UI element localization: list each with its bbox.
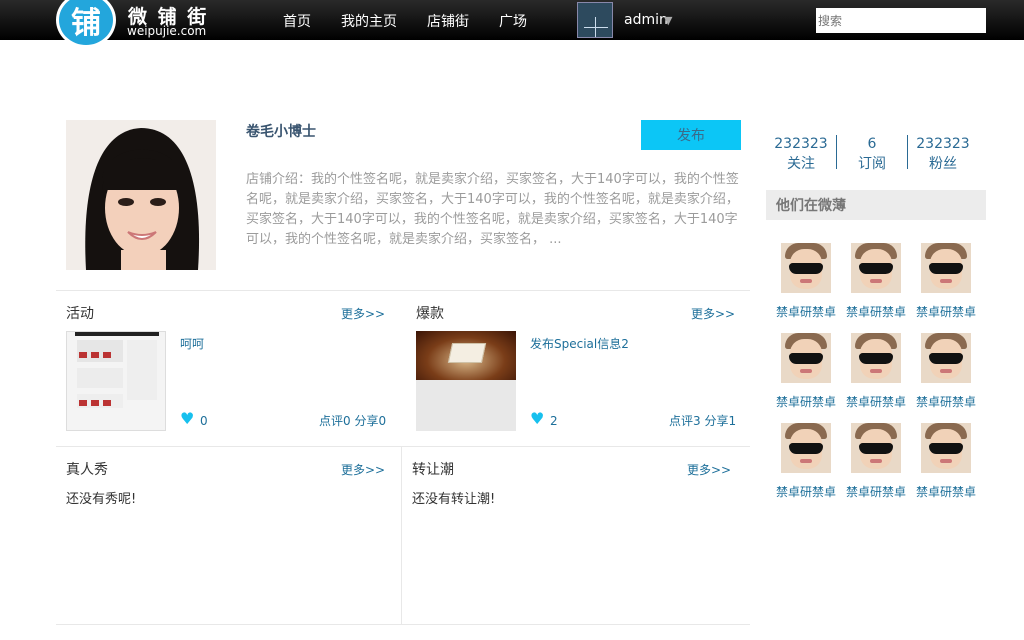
user-name[interactable]: admin xyxy=(624,12,668,28)
user-name-link[interactable]: 禁卓研禁卓 xyxy=(841,303,911,320)
show-section-title: 真人秀 xyxy=(66,462,108,478)
divider xyxy=(56,624,750,625)
heart-icon[interactable]: ♥ xyxy=(180,409,194,428)
sidebar-heading: 他们在微薄 xyxy=(766,190,986,220)
logo-domain: weipujie.com xyxy=(127,24,207,38)
shop-name[interactable]: 卷毛小博士 xyxy=(246,121,316,141)
user-avatar[interactable] xyxy=(921,243,971,293)
show-empty-message: 还没有秀呢! xyxy=(66,492,137,507)
activity-item-stats[interactable]: 点评0 分享0 xyxy=(319,412,386,429)
user-avatar[interactable] xyxy=(781,423,831,473)
hot-more-link[interactable]: 更多>> xyxy=(691,305,735,322)
activity-section-title: 活动 xyxy=(66,306,94,322)
hot-item-stats[interactable]: 点评3 分享1 xyxy=(669,412,736,429)
user-name-link[interactable]: 禁卓研禁卓 xyxy=(911,393,981,410)
transfer-empty-message: 还没有转让潮! xyxy=(412,492,496,507)
user-avatar[interactable] xyxy=(851,423,901,473)
activity-like-count: 0 xyxy=(200,414,208,428)
transfer-section-title: 转让潮 xyxy=(412,462,454,478)
divider xyxy=(56,290,750,291)
shop-avatar xyxy=(66,120,216,270)
fans-label[interactable]: 粉丝 xyxy=(908,153,978,173)
user-avatar[interactable] xyxy=(577,2,613,38)
hot-item-title[interactable]: 发布Special信息2 xyxy=(530,335,629,352)
divider xyxy=(401,447,402,624)
user-avatar[interactable] xyxy=(921,333,971,383)
activity-more-link[interactable]: 更多>> xyxy=(341,305,385,322)
nav-home[interactable]: 首页 xyxy=(283,11,311,31)
subscribe-label[interactable]: 订阅 xyxy=(837,153,907,173)
nav-shop-street[interactable]: 店铺街 xyxy=(427,11,469,31)
show-more-link[interactable]: 更多>> xyxy=(341,461,385,478)
user-avatar[interactable] xyxy=(781,333,831,383)
subscribe-count[interactable]: 6 xyxy=(837,136,907,152)
user-name-link[interactable]: 禁卓研禁卓 xyxy=(771,303,841,320)
follow-count[interactable]: 232323 xyxy=(766,136,836,152)
user-name-link[interactable]: 禁卓研禁卓 xyxy=(911,483,981,500)
hot-product-image xyxy=(416,331,516,380)
user-avatar[interactable] xyxy=(781,243,831,293)
user-name-link[interactable]: 禁卓研禁卓 xyxy=(911,303,981,320)
transfer-more-link[interactable]: 更多>> xyxy=(687,461,731,478)
user-name-link[interactable]: 禁卓研禁卓 xyxy=(841,393,911,410)
follow-label[interactable]: 关注 xyxy=(766,153,836,173)
user-avatar[interactable] xyxy=(851,333,901,383)
hot-like-count: 2 xyxy=(550,414,558,428)
hot-thumbnail[interactable] xyxy=(416,331,516,431)
hot-section-title: 爆款 xyxy=(416,306,444,322)
logo-icon[interactable]: 铺 xyxy=(56,0,116,48)
user-avatar[interactable] xyxy=(921,423,971,473)
user-name-link[interactable]: 禁卓研禁卓 xyxy=(771,393,841,410)
search-input[interactable] xyxy=(816,8,986,33)
nav-my-homepage[interactable]: 我的主页 xyxy=(341,11,397,31)
activity-item-title[interactable]: 呵呵 xyxy=(180,335,204,352)
user-name-link[interactable]: 禁卓研禁卓 xyxy=(841,483,911,500)
heart-icon[interactable]: ♥ xyxy=(530,409,544,428)
user-avatar[interactable] xyxy=(851,243,901,293)
publish-button[interactable]: 发布 xyxy=(641,120,741,150)
top-navigation-bar: 铺 微 铺 街 weipujie.com 首页 我的主页 店铺街 广场 admi… xyxy=(0,0,1024,48)
shop-intro: 店铺介绍：我的个性签名呢，就是卖家介绍，买家签名，大于140字可以，我的个性签名… xyxy=(246,172,739,247)
activity-thumbnail[interactable] xyxy=(66,331,166,431)
divider xyxy=(56,446,750,447)
fans-count[interactable]: 232323 xyxy=(908,136,978,152)
book-graphic xyxy=(447,343,487,363)
chevron-down-icon[interactable]: ▼ xyxy=(664,14,672,27)
user-name-link[interactable]: 禁卓研禁卓 xyxy=(771,483,841,500)
nav-square[interactable]: 广场 xyxy=(499,11,527,31)
